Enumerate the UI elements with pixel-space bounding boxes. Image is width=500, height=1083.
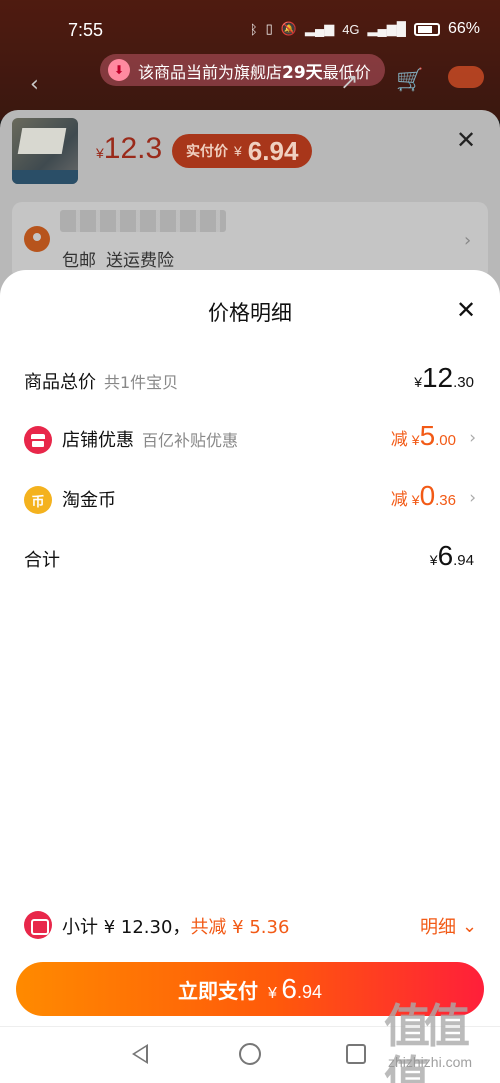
product-thumbnail bbox=[12, 118, 78, 184]
product-price: ¥12.3 bbox=[96, 132, 163, 165]
store-discount-value: 减 ¥5.00 bbox=[390, 420, 456, 451]
promo-text: 该商品当前为旗舰店29天最低价 bbox=[138, 62, 371, 83]
cart-icon[interactable]: 🛒 bbox=[396, 68, 423, 93]
product-sheet-close-icon[interactable]: ✕ bbox=[456, 126, 476, 154]
nav-home-icon[interactable] bbox=[239, 1043, 261, 1065]
signal-icon: ▂▄▆ bbox=[304, 21, 335, 36]
vibrate-icon: ▯ bbox=[265, 21, 273, 36]
status-bar: 7:55 ᛒ ▯ 🔕 ▂▄▆ 4G ▂▄▆█ 66% bbox=[0, 0, 500, 62]
row-coin-discount[interactable]: 币 淘金币 减 ¥0.36 › bbox=[0, 480, 500, 520]
shipping-tags: 包邮 送运费险 bbox=[62, 251, 174, 271]
store-icon bbox=[24, 426, 52, 454]
actual-pay-badge: 实付价 ¥ 6.94 bbox=[172, 134, 313, 168]
battery-icon bbox=[413, 22, 440, 36]
row-grand-total: 合计 ¥6.94 bbox=[24, 540, 474, 571]
status-time: 7:55 bbox=[68, 20, 104, 40]
location-pin-icon bbox=[24, 226, 50, 252]
row-store-discount[interactable]: 店铺优惠 百亿补贴优惠 减 ¥5.00 › bbox=[0, 420, 500, 460]
nav-back-icon[interactable] bbox=[132, 1044, 148, 1064]
back-icon[interactable]: ‹ bbox=[30, 72, 39, 97]
bluetooth-icon: ᛒ bbox=[249, 21, 258, 37]
address-redacted bbox=[60, 210, 226, 232]
modal-title: 价格明细 bbox=[208, 301, 292, 325]
row-goods-total: 商品总价 共1件宝贝 ¥12.30 bbox=[24, 362, 474, 393]
status-icons: ᛒ ▯ 🔕 ▂▄▆ 4G ▂▄▆█ 66% bbox=[250, 20, 480, 38]
coupon-icon bbox=[24, 911, 52, 939]
signal-icon-2: ▂▄▆█ bbox=[367, 21, 406, 36]
battery-percent: 66% bbox=[447, 20, 480, 37]
chevron-right-icon: › bbox=[464, 230, 472, 251]
price-down-icon: ⬇ bbox=[108, 59, 130, 81]
nav-recent-icon[interactable] bbox=[346, 1044, 366, 1064]
network-type: 4G bbox=[342, 21, 360, 37]
watermark: 值值值 zhizhizhi.com bbox=[384, 999, 473, 1083]
coin-discount-value: 减 ¥0.36 bbox=[390, 480, 456, 511]
modal-close-icon[interactable]: ✕ bbox=[456, 296, 476, 324]
more-button[interactable] bbox=[448, 66, 484, 88]
share-icon[interactable]: ↗ bbox=[340, 70, 358, 95]
detail-toggle[interactable]: 明细 ⌄ bbox=[420, 913, 477, 939]
grand-total-value: ¥6.94 bbox=[429, 540, 474, 571]
subtotal-summary: 小计 ¥ 12.30，共减 ¥ 5.36 bbox=[62, 917, 290, 938]
mute-icon: 🔕 bbox=[280, 21, 297, 36]
chevron-down-icon: ⌄ bbox=[462, 915, 478, 937]
chevron-right-icon: › bbox=[469, 428, 476, 448]
goods-total-value: ¥12.30 bbox=[414, 362, 474, 393]
coin-icon: 币 bbox=[24, 486, 52, 514]
chevron-right-icon: › bbox=[469, 488, 476, 508]
